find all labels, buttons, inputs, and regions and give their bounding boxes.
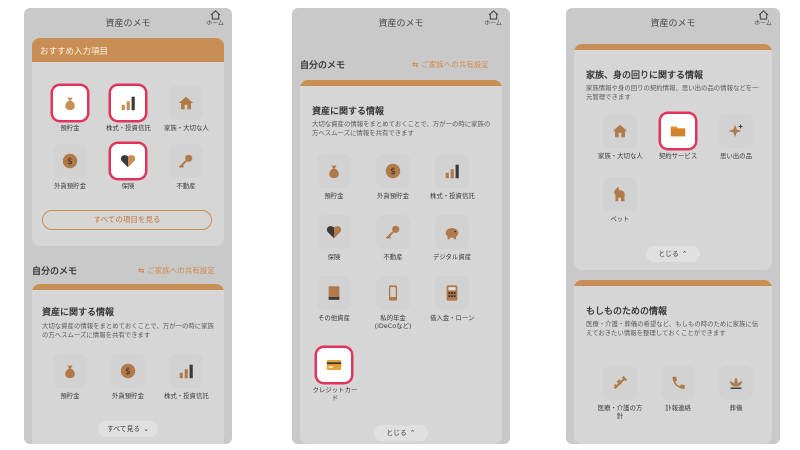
money-bag-icon xyxy=(65,97,75,111)
recommended-item-savings[interactable]: 預貯金 xyxy=(48,86,92,132)
family-item-contract-services[interactable]: 契約サービス xyxy=(656,114,700,160)
assets-title: 資産に関する情報 xyxy=(312,107,385,117)
svg-text:$: $ xyxy=(125,367,131,377)
syringe-icon xyxy=(613,375,628,390)
screen-family-emergency: 資産のメモ ホーム 家族、身の回りに関する情報 家族情報や身の回りの契約情報、思… xyxy=(566,8,780,444)
family-item-pet[interactable]: ペット xyxy=(598,177,642,223)
piggy-bank-icon xyxy=(445,227,459,240)
family-share-settings-link[interactable]: ⇆ ご家族への共有設定 xyxy=(138,265,215,276)
recommended-item-insurance[interactable]: 保険 xyxy=(106,144,150,190)
app-bar: 資産のメモ ホーム xyxy=(292,8,510,34)
home-icon xyxy=(210,10,220,20)
emergency-title: もしものための情報 xyxy=(586,307,668,317)
home-icon xyxy=(488,10,498,20)
heart-icon xyxy=(120,155,136,168)
swap-arrows-icon: ⇆ xyxy=(138,266,145,275)
family-item-family[interactable]: 家族・大切な人 xyxy=(598,114,643,160)
money-bag-icon xyxy=(65,365,75,379)
assets-item-savings[interactable]: 預貯金 xyxy=(48,354,92,400)
family-share-settings-link[interactable]: ⇆ ご家族への共有設定 xyxy=(412,59,489,70)
assets-item-foreign-savings[interactable]: $ 外貨預貯金 xyxy=(371,154,415,200)
home-button[interactable]: ホーム xyxy=(752,10,774,28)
assets-card: 資産に関する情報 大切な資産の情報をまとめておくことで、万が一の時に家族の方へス… xyxy=(300,80,502,444)
coin-icon: $ xyxy=(120,363,136,379)
bar-chart-icon xyxy=(179,364,193,379)
screen-assets-expanded: 資産のメモ ホーム 自分のメモ ⇆ ご家族への共有設定 資産に関する情報 大切な資… xyxy=(292,8,510,444)
chevron-up-icon: ⌃ xyxy=(681,250,688,258)
recommended-title: おすすめ入力項目 xyxy=(32,38,224,62)
house-icon xyxy=(178,96,194,110)
coin-icon: $ xyxy=(385,163,401,179)
emergency-item-obituary-contact[interactable]: 訃報連絡 xyxy=(656,366,700,412)
credit-card-icon xyxy=(326,360,342,370)
book-icon xyxy=(328,286,340,300)
assets-item-stocks[interactable]: 株式・投資信託 xyxy=(164,354,209,400)
money-bag-icon xyxy=(329,165,339,179)
family-title: 家族、身の回りに関する情報 xyxy=(586,71,704,81)
app-bar: 資産のメモ ホーム xyxy=(24,8,232,34)
smartphone-icon xyxy=(388,285,398,301)
family-item-memories[interactable]: 思い出の品 xyxy=(714,114,758,160)
assets-item-other[interactable]: その他資産 xyxy=(312,276,356,322)
chevron-down-icon: ⌄ xyxy=(143,425,150,433)
assets-item-private-pension[interactable]: 私的年金 (iDeCoなど) xyxy=(371,276,415,330)
house-icon xyxy=(612,124,628,138)
heart-icon xyxy=(326,226,342,239)
app-title: 資産のメモ xyxy=(378,19,424,29)
calculator-icon xyxy=(446,285,458,301)
assets-item-digital[interactable]: デジタル資産 xyxy=(430,215,474,261)
assets-description: 大切な資産の情報をまとめておくことで、万が一の時に家族の方へスムーズに情報を共有… xyxy=(312,120,491,137)
recommended-card: おすすめ入力項目 預貯金 株式・投資信託 家族・大切な人 $ 外貨預貯金 保険 … xyxy=(32,38,224,246)
key-icon xyxy=(178,154,193,169)
screen-recommended: 資産のメモ ホーム おすすめ入力項目 預貯金 株式・投資信託 家族・大切な人 $… xyxy=(24,8,232,444)
assets-item-stocks[interactable]: 株式・投資信託 xyxy=(430,154,475,200)
emergency-item-funeral[interactable]: 葬儀 xyxy=(714,366,758,412)
recommended-item-foreign-savings[interactable]: $ 外貨預貯金 xyxy=(48,144,92,190)
assets-item-savings[interactable]: 預貯金 xyxy=(312,154,356,200)
show-all-button[interactable]: すべて見る ⌄ xyxy=(98,421,158,437)
folder-icon xyxy=(670,126,686,137)
lotus-icon xyxy=(729,377,743,389)
assets-title: 資産に関する情報 xyxy=(42,308,115,318)
coin-icon: $ xyxy=(62,153,78,169)
bar-chart-icon xyxy=(121,96,135,111)
chevron-up-icon: ⌃ xyxy=(409,429,416,437)
phone-icon xyxy=(672,376,685,389)
home-button[interactable]: ホーム xyxy=(482,10,504,28)
assets-item-real-estate[interactable]: 不動産 xyxy=(371,215,415,261)
assets-item-loans[interactable]: 借入金・ローン xyxy=(430,276,474,322)
my-memo-title: 自分のメモ xyxy=(300,61,346,71)
app-title: 資産のメモ xyxy=(105,19,151,29)
collapse-button[interactable]: とじる ⌃ xyxy=(646,246,700,262)
assets-item-credit-card[interactable]: クレジットカード xyxy=(312,348,357,402)
assets-description: 大切な資産の情報をまとめておくことで、万が一の時に家族の方へスムーズに情報を共有… xyxy=(42,322,214,339)
app-bar: 資産のメモ ホーム xyxy=(566,8,780,34)
pension-label: 私的年金 (iDeCoなど) xyxy=(374,314,412,330)
assets-item-insurance[interactable]: 保険 xyxy=(312,215,356,261)
svg-text:$: $ xyxy=(390,167,396,177)
swap-arrows-icon: ⇆ xyxy=(412,60,419,69)
app-title: 資産のメモ xyxy=(650,19,696,29)
home-icon xyxy=(758,10,768,20)
recommended-item-family[interactable]: 家族・大切な人 xyxy=(164,86,209,132)
assets-item-foreign-savings[interactable]: $ 外貨預貯金 xyxy=(106,354,150,400)
key-icon xyxy=(385,225,400,240)
assets-card: 資産に関する情報 大切な資産の情報をまとめておくことで、万が一の時に家族の方へス… xyxy=(32,284,224,444)
collapse-button[interactable]: とじる ⌃ xyxy=(374,425,428,441)
emergency-item-medical-care[interactable]: 医療・介護の方針 xyxy=(598,366,642,420)
family-card: 家族、身の回りに関する情報 家族情報や身の回りの契約情報、思い出の品の情報などを… xyxy=(574,44,772,270)
my-memo-title: 自分のメモ xyxy=(32,267,78,277)
svg-text:$: $ xyxy=(67,157,73,167)
emergency-description: 医療・介護・葬儀の希望など、もしもの時のために家族に伝えておきたい情報を整理して… xyxy=(586,320,759,337)
sparkle-icon xyxy=(728,123,744,138)
recommended-item-stocks[interactable]: 株式・投資信託 xyxy=(106,86,151,132)
view-all-items-button[interactable]: すべての項目を見る xyxy=(42,210,212,230)
emergency-card: もしものための情報 医療・介護・葬儀の希望など、もしもの時のために家族に伝えてお… xyxy=(574,280,772,444)
family-description: 家族情報や身の回りの契約情報、思い出の品の情報などを一元管理できます xyxy=(586,84,759,101)
home-button[interactable]: ホーム xyxy=(204,10,226,28)
recommended-item-real-estate[interactable]: 不動産 xyxy=(164,144,208,190)
bar-chart-icon xyxy=(445,164,459,179)
pet-icon xyxy=(614,186,625,202)
